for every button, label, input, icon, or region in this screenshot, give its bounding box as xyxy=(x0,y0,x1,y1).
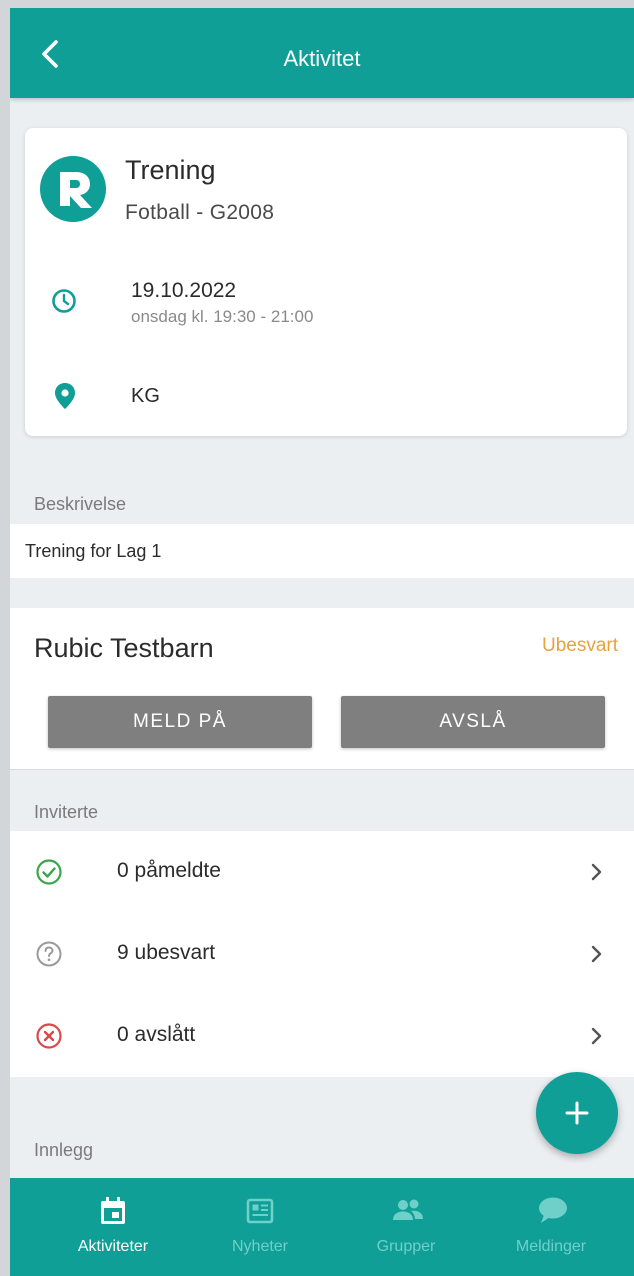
page-title: Aktivitet xyxy=(283,46,361,71)
description-text: Trening for Lag 1 xyxy=(25,541,162,561)
tab-label: Nyheter xyxy=(231,1238,289,1255)
tab-label: Grupper xyxy=(376,1238,436,1255)
activity-title: Trening xyxy=(125,155,216,185)
participant-name: Rubic Testbarn xyxy=(34,633,214,663)
invited-list: 0 påmeldte 9 ubesvart 0 avslått xyxy=(10,831,634,1077)
x-circle-icon xyxy=(36,1023,62,1049)
sign-up-button[interactable]: MELD PÅ xyxy=(48,696,312,748)
decline-button[interactable]: AVSLÅ xyxy=(341,696,605,748)
activity-location: KG xyxy=(131,385,160,407)
activity-card: Trening Fotball - G2008 19.10.2022 onsda… xyxy=(25,128,627,436)
tab-messages[interactable]: Meldinger xyxy=(473,1178,629,1276)
invited-row-accepted[interactable]: 0 påmeldte xyxy=(10,831,634,913)
calendar-icon xyxy=(101,1197,125,1224)
activity-date: 19.10.2022 xyxy=(131,279,237,302)
tab-news[interactable]: Nyheter xyxy=(182,1178,338,1276)
status-badge: Ubesvart xyxy=(541,635,618,656)
chevron-right-icon xyxy=(591,1027,602,1045)
posts-label: Innlegg xyxy=(34,1140,94,1160)
tab-activities[interactable]: Aktiviteter xyxy=(35,1178,191,1276)
top-app-bar: Aktivitet xyxy=(10,8,634,98)
tab-groups[interactable]: Grupper xyxy=(328,1178,484,1276)
people-icon xyxy=(393,1199,423,1220)
club-logo xyxy=(40,156,106,222)
clock-icon xyxy=(52,289,76,313)
tab-label: Meldinger xyxy=(515,1238,587,1255)
invited-row-label: 0 påmeldte xyxy=(117,859,221,882)
activity-screen: Aktivitet Trening Fotball - G2008 19.10.… xyxy=(10,8,634,1276)
invited-row-unanswered[interactable]: 9 ubesvart xyxy=(10,913,634,995)
add-button[interactable] xyxy=(536,1072,618,1154)
participant-panel: Rubic Testbarn Ubesvart MELD PÅ AVSLÅ xyxy=(10,608,634,770)
question-circle-icon xyxy=(36,941,62,967)
check-circle-icon xyxy=(36,859,62,885)
description-label: Beskrivelse xyxy=(34,494,127,514)
activity-subtitle: Fotball - G2008 xyxy=(125,201,275,224)
invited-row-declined[interactable]: 0 avslått xyxy=(10,995,634,1077)
activity-time: onsdag kl. 19:30 - 21:00 xyxy=(131,307,314,326)
description-row: Trening for Lag 1 xyxy=(10,524,634,578)
invited-label: Inviterte xyxy=(34,802,99,822)
chevron-right-icon xyxy=(591,945,602,963)
chevron-right-icon xyxy=(591,863,602,881)
tab-label: Aktiviteter xyxy=(77,1238,149,1255)
plus-icon xyxy=(565,1101,589,1125)
bottom-tab-bar: Aktiviteter Nyheter Grupper Meldinger xyxy=(10,1178,634,1276)
location-pin-icon xyxy=(55,383,75,409)
newspaper-icon xyxy=(246,1198,274,1224)
chat-bubble-icon xyxy=(539,1197,567,1223)
invited-row-label: 0 avslått xyxy=(117,1023,196,1046)
invited-row-label: 9 ubesvart xyxy=(117,941,216,964)
